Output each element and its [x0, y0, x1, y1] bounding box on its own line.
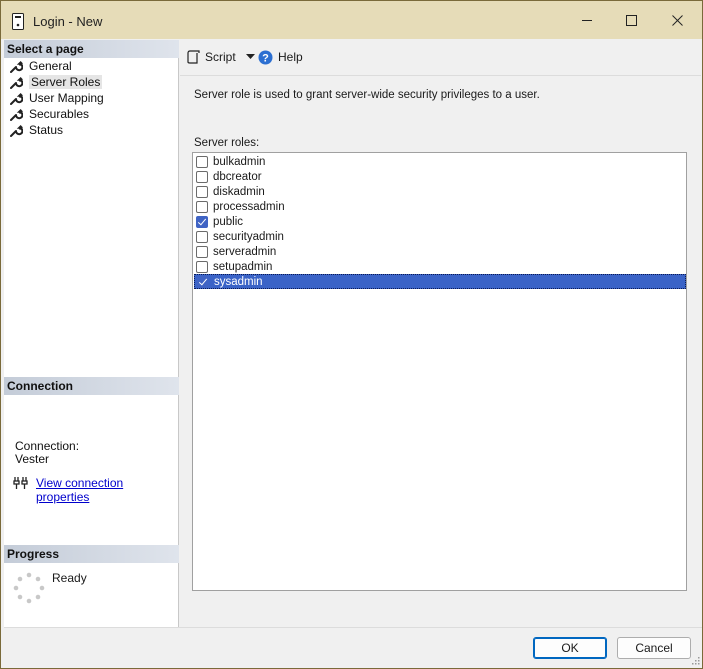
page-description: Server role is used to grant server-wide…	[194, 89, 540, 101]
role-name: processadmin	[213, 200, 285, 213]
page-item-general[interactable]: General	[10, 58, 75, 74]
role-row-securityadmin[interactable]: securityadmin	[194, 229, 686, 244]
role-row-public[interactable]: public	[194, 214, 686, 229]
dropdown-arrow-icon	[245, 54, 255, 59]
role-name: setupadmin	[213, 260, 273, 273]
role-name: serveradmin	[213, 245, 277, 258]
role-row-sysadmin[interactable]: sysadmin	[194, 274, 686, 289]
role-checkbox[interactable]	[196, 155, 208, 168]
server-roles-page: Server role is used to grant server-wide…	[180, 77, 701, 627]
svg-text:?: ?	[262, 52, 269, 64]
connection-value: Vester	[15, 452, 50, 466]
wrench-icon	[10, 124, 23, 137]
left-pane: Select a page General Server Roles User …	[4, 40, 179, 627]
cancel-button[interactable]: Cancel	[617, 637, 691, 659]
role-name: bulkadmin	[213, 155, 266, 168]
role-checkbox[interactable]	[197, 275, 209, 288]
ok-button[interactable]: OK	[533, 637, 607, 659]
role-row-bulkadmin[interactable]: bulkadmin	[194, 154, 686, 169]
wrench-icon	[10, 108, 23, 121]
role-checkbox[interactable]	[196, 215, 208, 228]
page-item-user-mapping[interactable]: User Mapping	[10, 90, 107, 106]
plug-icon	[13, 477, 28, 489]
server-roles-list[interactable]: bulkadmin dbcreator diskadmin processadm…	[192, 152, 687, 591]
progress-status: Ready	[52, 571, 87, 585]
page-item-label: User Mapping	[29, 91, 104, 105]
page-item-server-roles[interactable]: Server Roles	[10, 74, 105, 90]
connection-header: Connection	[4, 377, 179, 395]
maximize-icon	[625, 14, 637, 26]
role-name: public	[213, 215, 244, 228]
script-icon	[187, 50, 200, 64]
role-row-setupadmin[interactable]: setupadmin	[194, 259, 686, 274]
script-label: Script	[205, 50, 236, 64]
role-checkbox[interactable]	[196, 185, 208, 198]
script-button[interactable]: Script	[187, 48, 260, 66]
role-name: securityadmin	[213, 230, 284, 243]
page-item-status[interactable]: Status	[10, 122, 66, 138]
role-checkbox[interactable]	[196, 260, 208, 273]
title-bar[interactable]: Login - New	[1, 1, 702, 39]
progress-spinner-icon	[13, 572, 45, 604]
page-item-label: Server Roles	[29, 75, 103, 89]
role-name: dbcreator	[213, 170, 262, 183]
wrench-icon	[10, 60, 23, 73]
help-label: Help	[278, 50, 303, 64]
toolbar: Script ? Help	[180, 40, 701, 76]
role-row-serveradmin[interactable]: serveradmin	[194, 244, 686, 259]
help-button[interactable]: ? Help	[258, 48, 303, 66]
role-checkbox[interactable]	[196, 170, 208, 183]
role-name: diskadmin	[213, 185, 265, 198]
dialog-button-bar: OK Cancel	[4, 627, 702, 667]
role-name: sysadmin	[214, 275, 263, 288]
role-checkbox[interactable]	[196, 230, 208, 243]
login-dialog: Login - New Select a page General Server…	[0, 0, 703, 669]
help-icon: ?	[258, 50, 273, 64]
page-item-label: Status	[29, 123, 64, 137]
page-item-label: Securables	[29, 107, 90, 121]
wrench-icon	[10, 76, 23, 89]
page-item-label: General	[29, 59, 72, 73]
role-row-processadmin[interactable]: processadmin	[194, 199, 686, 214]
window-title: Login - New	[33, 14, 103, 29]
role-row-dbcreator[interactable]: dbcreator	[194, 169, 686, 184]
page-item-securables[interactable]: Securables	[10, 106, 92, 122]
wrench-icon	[10, 92, 23, 105]
view-connection-properties-link[interactable]: View connection properties	[36, 476, 178, 504]
close-button[interactable]	[654, 1, 700, 39]
resize-grip-icon[interactable]	[690, 655, 700, 665]
role-checkbox[interactable]	[196, 200, 208, 213]
minimize-button[interactable]	[564, 1, 610, 39]
server-icon	[12, 13, 24, 30]
minimize-icon	[581, 19, 592, 21]
close-icon	[671, 14, 683, 26]
connection-label: Connection:	[15, 439, 80, 453]
server-roles-label: Server roles:	[194, 137, 260, 149]
role-checkbox[interactable]	[196, 245, 208, 258]
maximize-button[interactable]	[608, 1, 654, 39]
role-row-diskadmin[interactable]: diskadmin	[194, 184, 686, 199]
progress-header: Progress	[4, 545, 179, 563]
select-page-header: Select a page	[4, 40, 179, 58]
